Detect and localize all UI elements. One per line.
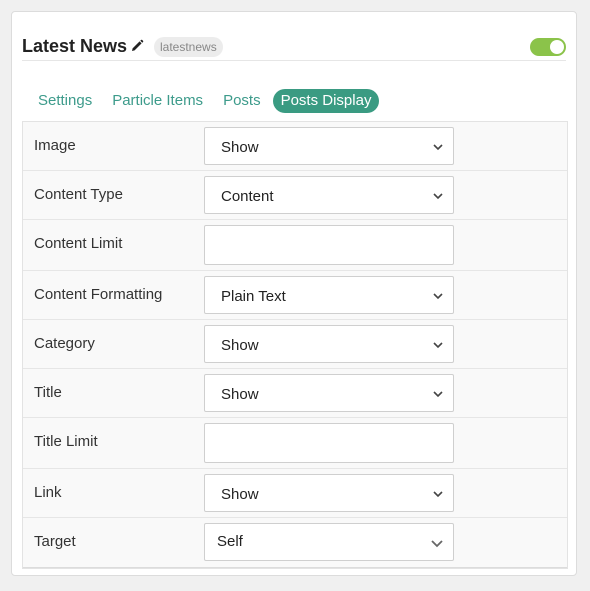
title-select[interactable]: Show: [204, 374, 454, 412]
form-row-content-limit: Content Limit: [23, 220, 567, 271]
field-label: Link: [34, 484, 62, 501]
panel-title: Latest News: [22, 36, 128, 56]
image-select[interactable]: Show: [204, 127, 454, 165]
content-formatting-select[interactable]: Plain Text: [204, 276, 454, 314]
select-value: Self: [217, 533, 243, 550]
field-label: Image: [34, 137, 76, 154]
field-label: Target: [34, 533, 76, 550]
field-label: Category: [34, 335, 95, 352]
chevron-down-icon: [431, 540, 443, 548]
tab-posts-display[interactable]: Posts Display: [272, 89, 380, 113]
form-row-link: Link Show: [23, 469, 567, 518]
tab-settings[interactable]: Settings: [30, 89, 100, 113]
tab-posts[interactable]: Posts: [215, 89, 269, 113]
content-type-select[interactable]: Content: [204, 176, 454, 214]
particle-panel: Latest News latestnews Settings Particle…: [11, 11, 577, 576]
chevron-down-icon: [433, 293, 443, 300]
form-row-title-limit: Title Limit: [23, 418, 567, 469]
chevron-down-icon: [433, 342, 443, 349]
form-row-category: Category Show: [23, 320, 567, 369]
form-row-image: Image Show: [23, 122, 567, 171]
link-select[interactable]: Show: [204, 474, 454, 512]
enable-toggle[interactable]: [530, 38, 566, 56]
field-label: Content Limit: [34, 235, 123, 252]
particle-id-badge: latestnews: [154, 37, 223, 57]
form-row-content-type: Content Type Content: [23, 171, 567, 220]
field-label: Title: [34, 384, 62, 401]
select-value: Show: [221, 139, 259, 156]
posts-display-form: Image Show Content Type Content Content …: [22, 121, 568, 569]
chevron-down-icon: [433, 391, 443, 398]
form-row-target: Target Self: [23, 518, 567, 568]
field-label: Content Type: [34, 186, 123, 203]
category-select[interactable]: Show: [204, 325, 454, 363]
chevron-down-icon: [433, 144, 443, 151]
select-value: Show: [221, 337, 259, 354]
select-value: Content: [221, 188, 274, 205]
tab-bar: Settings Particle Items Posts Posts Disp…: [30, 89, 383, 113]
chevron-down-icon: [433, 491, 443, 498]
chevron-down-icon: [433, 193, 443, 200]
target-select[interactable]: Self: [204, 523, 454, 561]
select-value: Show: [221, 486, 259, 503]
select-value: Plain Text: [221, 288, 286, 305]
toggle-knob: [550, 40, 564, 54]
select-value: Show: [221, 386, 259, 403]
panel-header: Latest News latestnews: [22, 24, 566, 61]
form-row-title: Title Show: [23, 369, 567, 418]
pencil-icon[interactable]: [130, 39, 144, 53]
field-label: Title Limit: [34, 433, 98, 450]
form-row-content-formatting: Content Formatting Plain Text: [23, 271, 567, 320]
tab-particle-items[interactable]: Particle Items: [104, 89, 211, 113]
field-label: Content Formatting: [34, 286, 163, 303]
content-limit-input[interactable]: [204, 225, 454, 265]
title-limit-input[interactable]: [204, 423, 454, 463]
